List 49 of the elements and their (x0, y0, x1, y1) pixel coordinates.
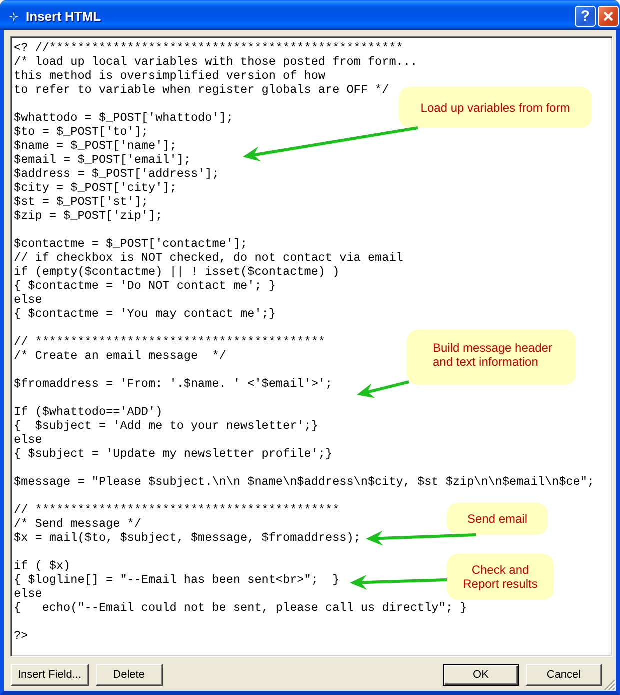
code-line: { $subject = 'Add me to your newsletter';} (14, 419, 318, 433)
code-line: $zip = $_POST['zip']; (14, 209, 163, 223)
code-line: { $logline[] = "--Email has been sent<br>"; } (14, 573, 340, 587)
code-line: $address = $_POST['address']; (14, 167, 220, 181)
code-line: { $contactme = 'You may contact me';} (14, 307, 276, 321)
code-line: $message = "Please $subject.\n\n $name\n$address\n$city, $st $zip\n\n$email\n$ce"; (14, 475, 595, 489)
annotation-callout: Check and Report results (447, 554, 554, 600)
dialog-button[interactable]: OK (443, 664, 519, 686)
code-line: if (empty($contactme) || ! isset($contactme) ) (14, 265, 340, 279)
code-line: // if checkbox is NOT checked, do not contact via email (14, 251, 404, 265)
resize-grip-icon[interactable] (604, 679, 616, 691)
window-title: Insert HTML (26, 8, 102, 24)
code-line: if ( $x) (14, 559, 71, 573)
code-line: { $contactme = 'Do NOT contact me'; } (14, 279, 276, 293)
code-line: to refer to variable when register globals are OFF */ (14, 83, 390, 97)
code-line: /* Send message */ (14, 517, 142, 531)
code-line: else (14, 433, 42, 447)
dialog-button[interactable]: Delete (96, 664, 163, 686)
code-line: <? //************************************************** (14, 41, 404, 55)
code-line: $name = $_POST['name']; (14, 139, 177, 153)
close-icon (603, 11, 614, 22)
dialog-button[interactable]: Insert Field... (11, 664, 89, 686)
code-line: // ******************************************* (14, 503, 340, 517)
annotation-callout: Load up variables from form (399, 87, 592, 128)
code-line: $to = $_POST['to']; (14, 125, 149, 139)
code-line: $st = $_POST['st']; (14, 195, 149, 209)
code-line: { $subject = 'Update my newsletter profile';} (14, 447, 333, 461)
code-line: $email = $_POST['email']; (14, 153, 191, 167)
code-line: $city = $_POST['city']; (14, 181, 177, 195)
code-line: { echo("--Email could not be sent, please call us directly"; } (14, 601, 468, 615)
code-line: /* load up local variables with those posted from form... (14, 55, 418, 69)
code-line: If ($whattodo=='ADD') (14, 405, 163, 419)
code-line: ?> (14, 629, 28, 643)
code-line: $whattodo = $_POST['whattodo']; (14, 111, 234, 125)
dialog-button[interactable]: Cancel (526, 664, 602, 686)
annotation-callout: Send email (447, 503, 548, 535)
close-button[interactable] (598, 6, 619, 27)
code-line: this method is oversimplified version of how (14, 69, 326, 83)
code-line: $fromaddress = 'From: '.$name. ' <'$email'>'; (14, 377, 333, 391)
sparkle-icon (7, 10, 21, 24)
pointer-arrow (357, 380, 410, 398)
help-button[interactable]: ? (575, 6, 596, 27)
code-line: else (14, 587, 42, 601)
code-line: else (14, 293, 42, 307)
code-line: /* Create an email message */ (14, 349, 226, 363)
code-line: $x = mail($to, $subject, $message, $fromaddress); (14, 531, 361, 545)
code-line: // ***************************************** (14, 335, 326, 349)
annotation-callout: Build message header and text information (407, 330, 576, 385)
code-line: $contactme = $_POST['contactme']; (14, 237, 248, 251)
